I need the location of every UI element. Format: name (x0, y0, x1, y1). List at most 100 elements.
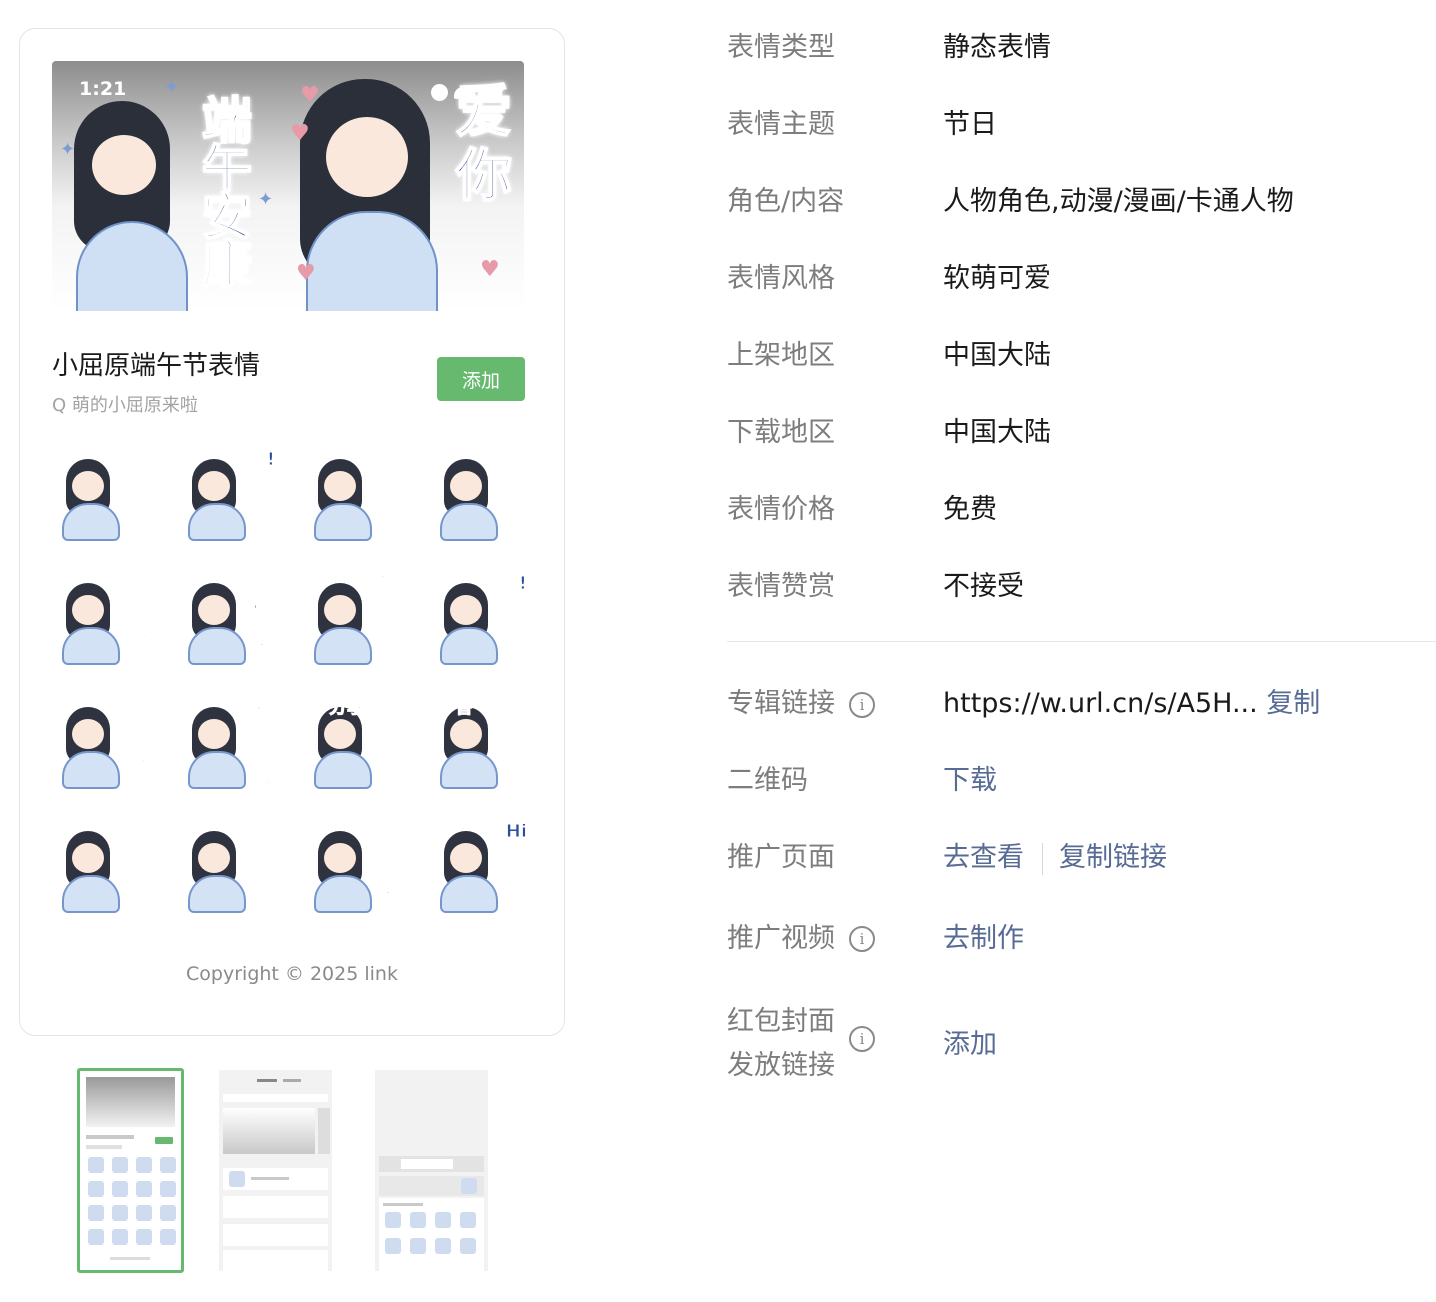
thumbnail-sticker (160, 1229, 176, 1245)
thumbnail-row-icon (229, 1171, 245, 1187)
detail-label: 表情风格 (727, 263, 835, 294)
sticker-character-face (450, 719, 482, 749)
thumbnail-title-line (86, 1135, 134, 1139)
detail-label: 上架地区 (727, 340, 835, 371)
sticker-grid: 赛龙舟 加米! 好远龙舟 给您问好端午快乐 吃粽子啦 爱你 加油! 端午安康 避邪平安 分享米香 香… (52, 447, 530, 920)
make-promo-video-button[interactable]: 去制作 (943, 919, 1024, 959)
info-icon[interactable]: i (849, 1026, 875, 1052)
thumbnail-sticker (112, 1229, 128, 1245)
thumbnail-preview-detail[interactable] (77, 1068, 184, 1273)
sticker-item[interactable]: 端午快乐 (52, 571, 153, 672)
thumbnail-sticker (385, 1238, 401, 1254)
sticker-character-robe (440, 751, 498, 789)
sticker-character-face (450, 843, 482, 873)
sticker-item[interactable]: 举艾驱邪 (178, 819, 279, 920)
sticker-item[interactable]: 分享米香 (304, 695, 405, 796)
sticker-caption: 举艾驱邪 (250, 821, 273, 912)
thumbnail-sticker (88, 1181, 104, 1197)
detail-label: 表情主题 (727, 109, 835, 140)
sticker-character-face (72, 719, 104, 749)
thumbnail-sticker (410, 1238, 426, 1254)
sticker-item[interactable]: Hi (430, 819, 531, 920)
thumbnail-sticker (460, 1212, 476, 1228)
add-button[interactable]: 添加 (437, 357, 525, 401)
sticker-item[interactable]: 赛龙舟 (52, 447, 153, 548)
sparkle-icon: ✦ (258, 189, 274, 210)
sticker-item[interactable]: 米子来啦 (304, 819, 405, 920)
sticker-character-robe (188, 751, 246, 789)
promo-page-actions: 去查看 复制链接 (943, 838, 1167, 878)
download-qrcode-button[interactable]: 下载 (943, 761, 997, 801)
view-promo-page-button[interactable]: 去查看 (943, 842, 1024, 873)
thumbnail-row-text (251, 1177, 289, 1180)
character-face-left (92, 135, 156, 195)
copy-promo-link-button[interactable]: 复制链接 (1059, 842, 1167, 873)
thumbnail-sticker (160, 1181, 176, 1197)
thumbnail-sticker (112, 1205, 128, 1221)
sticker-caption: 米子来啦 (376, 821, 399, 912)
sticker-subtitle: Q 萌的小屈原来啦 (52, 395, 198, 416)
sticker-item[interactable]: 加米! (178, 447, 279, 548)
sticker-caption: 爱你 (376, 573, 399, 620)
thumbnail-preview-chat[interactable] (375, 1070, 488, 1271)
thumbnail-tabs (223, 1076, 328, 1086)
sticker-item[interactable]: 端午安康 (52, 695, 153, 796)
album-link-row: https://w.url.cn/s/A5H... 复制 (943, 684, 1320, 724)
sticker-item[interactable]: 避邪平安 (178, 695, 279, 796)
thumbnail-sticker (385, 1212, 401, 1228)
add-redpacket-button[interactable]: 添加 (943, 1025, 997, 1065)
thumbnail-panel-title (383, 1203, 423, 1206)
info-icon[interactable]: i (849, 926, 875, 952)
detail-value: 人物角色,动漫/漫画/卡通人物 (943, 186, 1294, 217)
thumbnail-add-button (155, 1137, 173, 1144)
banner-text-left: 端午安康 (201, 92, 253, 294)
sticker-caption: 好远龙舟 (376, 449, 399, 540)
redpacket-label-line1: 红包封面 (727, 1006, 835, 1037)
thumbnail-tab-icon (461, 1178, 477, 1194)
thumbnail-sticker (136, 1229, 152, 1245)
thumbnail-sticker (88, 1229, 104, 1245)
sticker-character-robe (62, 875, 120, 913)
info-icon[interactable]: i (849, 692, 875, 718)
heart-icon: ♥ (300, 83, 320, 108)
signal-icon (431, 84, 448, 101)
sticker-character-face (324, 471, 356, 501)
sticker-caption: 端午快乐 (124, 573, 147, 664)
thumbnail-sticker (88, 1205, 104, 1221)
sticker-character-robe (314, 503, 372, 541)
thumbnail-tab (283, 1079, 301, 1082)
sticker-caption: 给您问好 (502, 449, 525, 540)
sticker-item[interactable]: 好远龙舟 (304, 447, 405, 548)
sticker-character-robe (314, 751, 372, 789)
sticker-item[interactable]: 超米甜 (52, 819, 153, 920)
sparkle-icon: ✦ (60, 139, 76, 160)
thumbnail-sticker (435, 1238, 451, 1254)
sticker-item[interactable]: 给您问好 (430, 447, 531, 548)
sticker-character-robe (440, 875, 498, 913)
detail-label: 表情价格 (727, 494, 835, 525)
thumbnail-preview-store[interactable] (219, 1070, 332, 1271)
thumbnail-promo-banner (223, 1108, 315, 1154)
sticker-character-face (198, 595, 230, 625)
detail-value: 软萌可爱 (943, 263, 1051, 294)
thumbnail-sticker (160, 1205, 176, 1221)
copy-link-button[interactable]: 复制 (1266, 688, 1320, 719)
sticker-item[interactable]: 香气扑鼻 (430, 695, 531, 796)
sticker-character-face (72, 843, 104, 873)
sticker-item[interactable]: 吃粽子啦 (178, 571, 279, 672)
thumbnail-subtitle-line (86, 1145, 122, 1149)
thumbnail-sticker (112, 1181, 128, 1197)
thumbnail-sticker (136, 1181, 152, 1197)
redpacket-label-line2: 发放链接 (727, 1050, 835, 1081)
sticker-item[interactable]: 爱你 (304, 571, 405, 672)
detail-value: 节日 (943, 109, 997, 140)
detail-value: 不接受 (943, 571, 1024, 602)
sticker-item[interactable]: 加油! (430, 571, 531, 672)
thumbnail-sticker (460, 1238, 476, 1254)
sticker-character-face (198, 843, 230, 873)
sticker-character-face (324, 843, 356, 873)
thumbnail-sticker (136, 1157, 152, 1173)
thumbnail-sticker (136, 1205, 152, 1221)
status-time: 1:21 (79, 78, 127, 100)
sticker-character-face (450, 471, 482, 501)
